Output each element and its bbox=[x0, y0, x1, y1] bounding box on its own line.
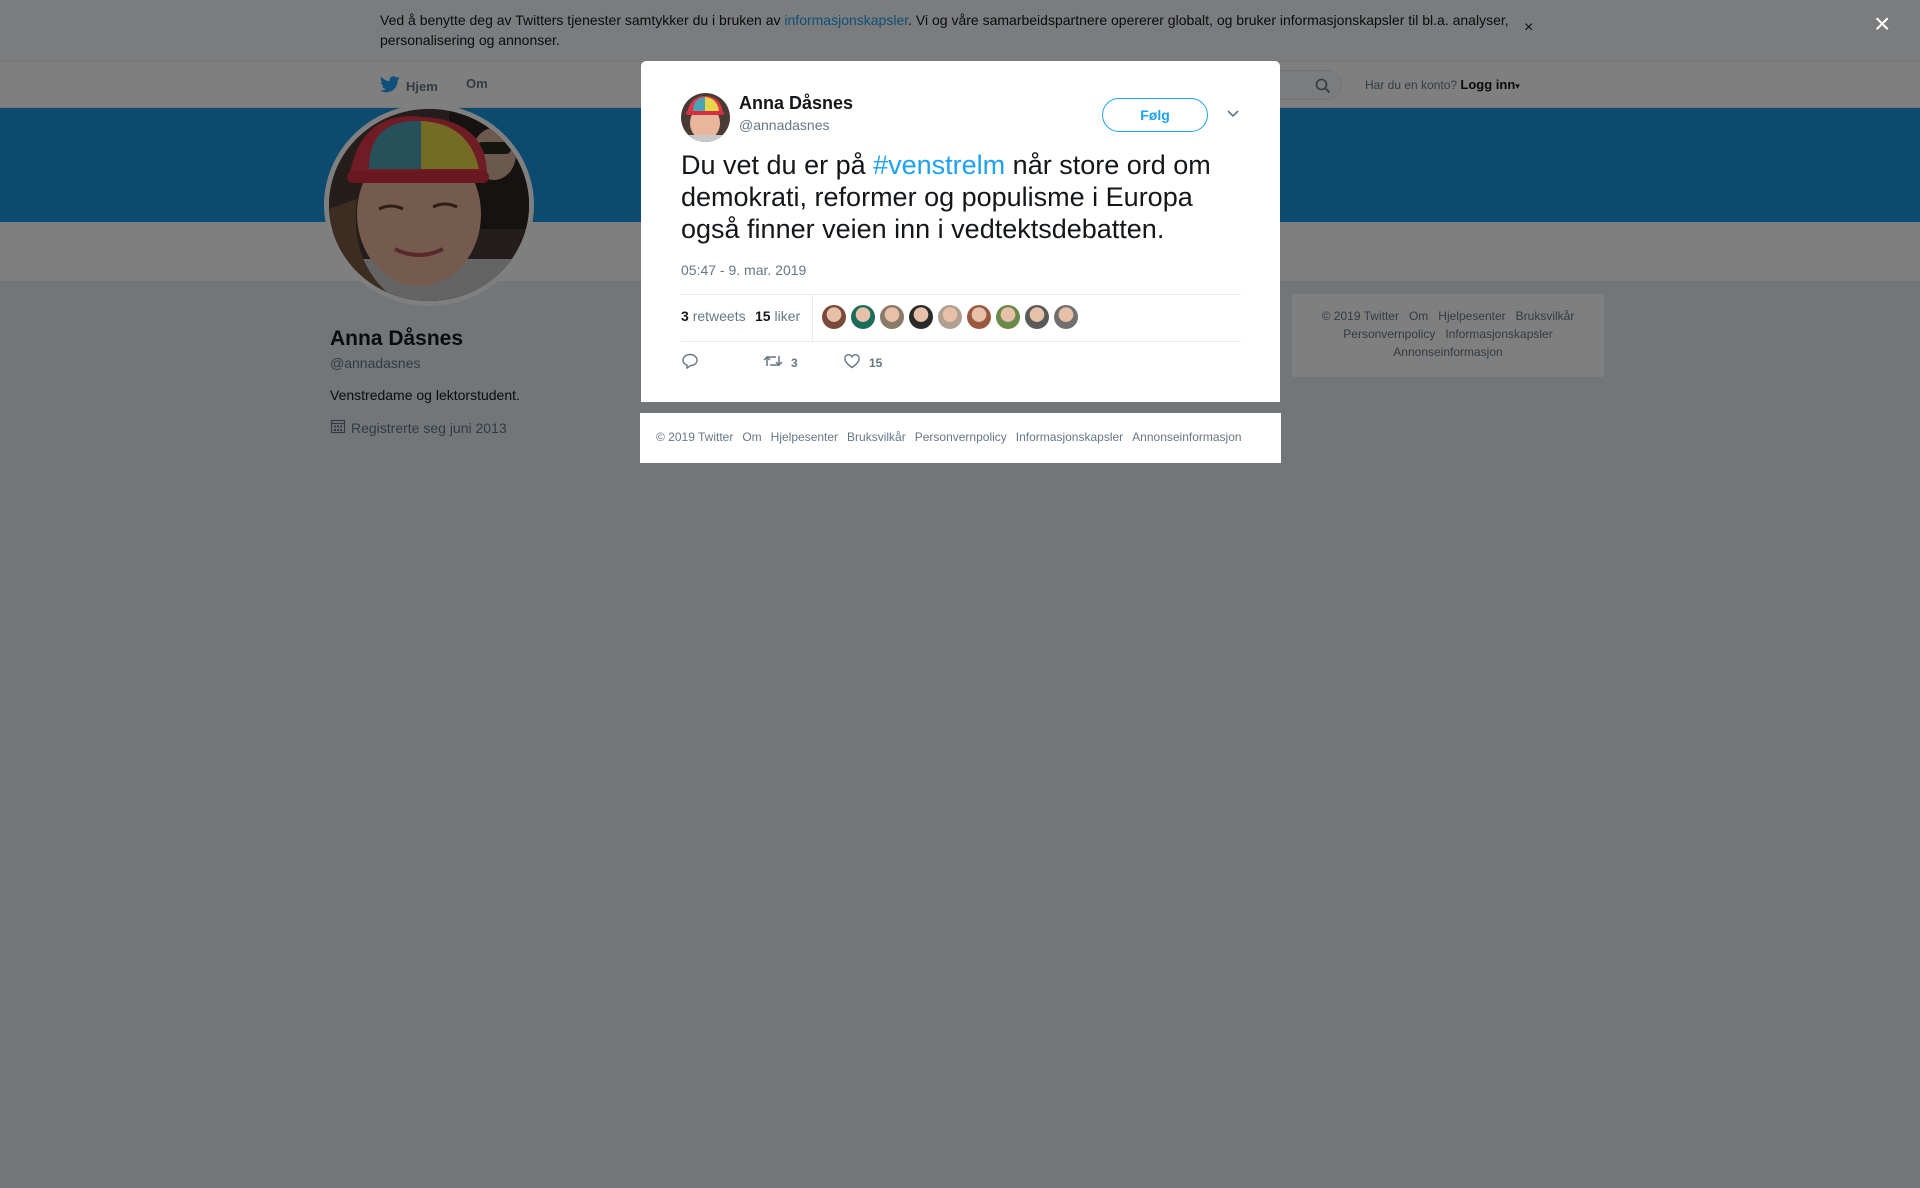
footer-link[interactable]: Bruksvilkår bbox=[847, 430, 906, 444]
retweet-icon bbox=[763, 352, 783, 373]
likes-label: liker bbox=[774, 308, 801, 324]
tweet-author-avatar[interactable] bbox=[681, 93, 730, 142]
liker-avatar[interactable] bbox=[822, 305, 846, 329]
retweets-count: 3 bbox=[681, 308, 689, 324]
likers-avatars bbox=[822, 305, 1078, 329]
tweet-modal: Anna Dåsnes @annadasnes Følg Du vet du e… bbox=[641, 61, 1280, 402]
stats-divider bbox=[812, 295, 813, 341]
liker-avatar[interactable] bbox=[938, 305, 962, 329]
footer-link[interactable]: Informasjonskapsler bbox=[1016, 430, 1123, 444]
chevron-down-icon[interactable] bbox=[1226, 106, 1240, 124]
retweet-action-count: 3 bbox=[791, 355, 798, 370]
tweet-stats: 3 retweets 15 liker bbox=[681, 294, 1241, 342]
likes-count: 15 bbox=[755, 308, 771, 324]
reply-icon bbox=[681, 352, 699, 373]
tweet-text-part: Du vet du er på bbox=[681, 150, 874, 180]
liker-avatar[interactable] bbox=[851, 305, 875, 329]
likes-stat[interactable]: 15 liker bbox=[755, 308, 800, 324]
hashtag-link[interactable]: #venstrelm bbox=[873, 150, 1005, 180]
liker-avatar[interactable] bbox=[1054, 305, 1078, 329]
footer-link[interactable]: Personvernpolicy bbox=[915, 430, 1007, 444]
footer-link[interactable]: Om bbox=[742, 430, 761, 444]
footer-link[interactable]: Annonseinformasjon bbox=[1132, 430, 1241, 444]
retweets-label: retweets bbox=[692, 308, 746, 324]
liker-avatar[interactable] bbox=[1025, 305, 1049, 329]
tweet-text: Du vet du er på #venstrelm når store ord… bbox=[681, 149, 1251, 245]
retweet-button[interactable]: 3 bbox=[763, 352, 798, 373]
liker-avatar[interactable] bbox=[880, 305, 904, 329]
follow-button[interactable]: Følg bbox=[1102, 98, 1208, 132]
tweet-author-handle[interactable]: @annadasnes bbox=[739, 117, 830, 133]
liker-avatar[interactable] bbox=[909, 305, 933, 329]
footer-link[interactable]: © 2019 Twitter bbox=[656, 430, 733, 444]
tweet-author-name[interactable]: Anna Dåsnes bbox=[739, 93, 853, 114]
overlay-close-button[interactable]: × bbox=[1874, 10, 1890, 38]
retweets-stat[interactable]: 3 retweets bbox=[681, 308, 746, 324]
tweet-timestamp[interactable]: 05:47 - 9. mar. 2019 bbox=[681, 262, 806, 278]
liker-avatar[interactable] bbox=[967, 305, 991, 329]
footer-link[interactable]: Hjelpesenter bbox=[771, 430, 838, 444]
heart-icon bbox=[843, 352, 861, 373]
modal-footer: © 2019 Twitter Om Hjelpesenter Bruksvilkår P… bbox=[640, 413, 1281, 463]
liker-avatar[interactable] bbox=[996, 305, 1020, 329]
like-button[interactable]: 15 bbox=[843, 352, 882, 373]
reply-button[interactable] bbox=[681, 352, 699, 373]
like-action-count: 15 bbox=[869, 355, 883, 370]
